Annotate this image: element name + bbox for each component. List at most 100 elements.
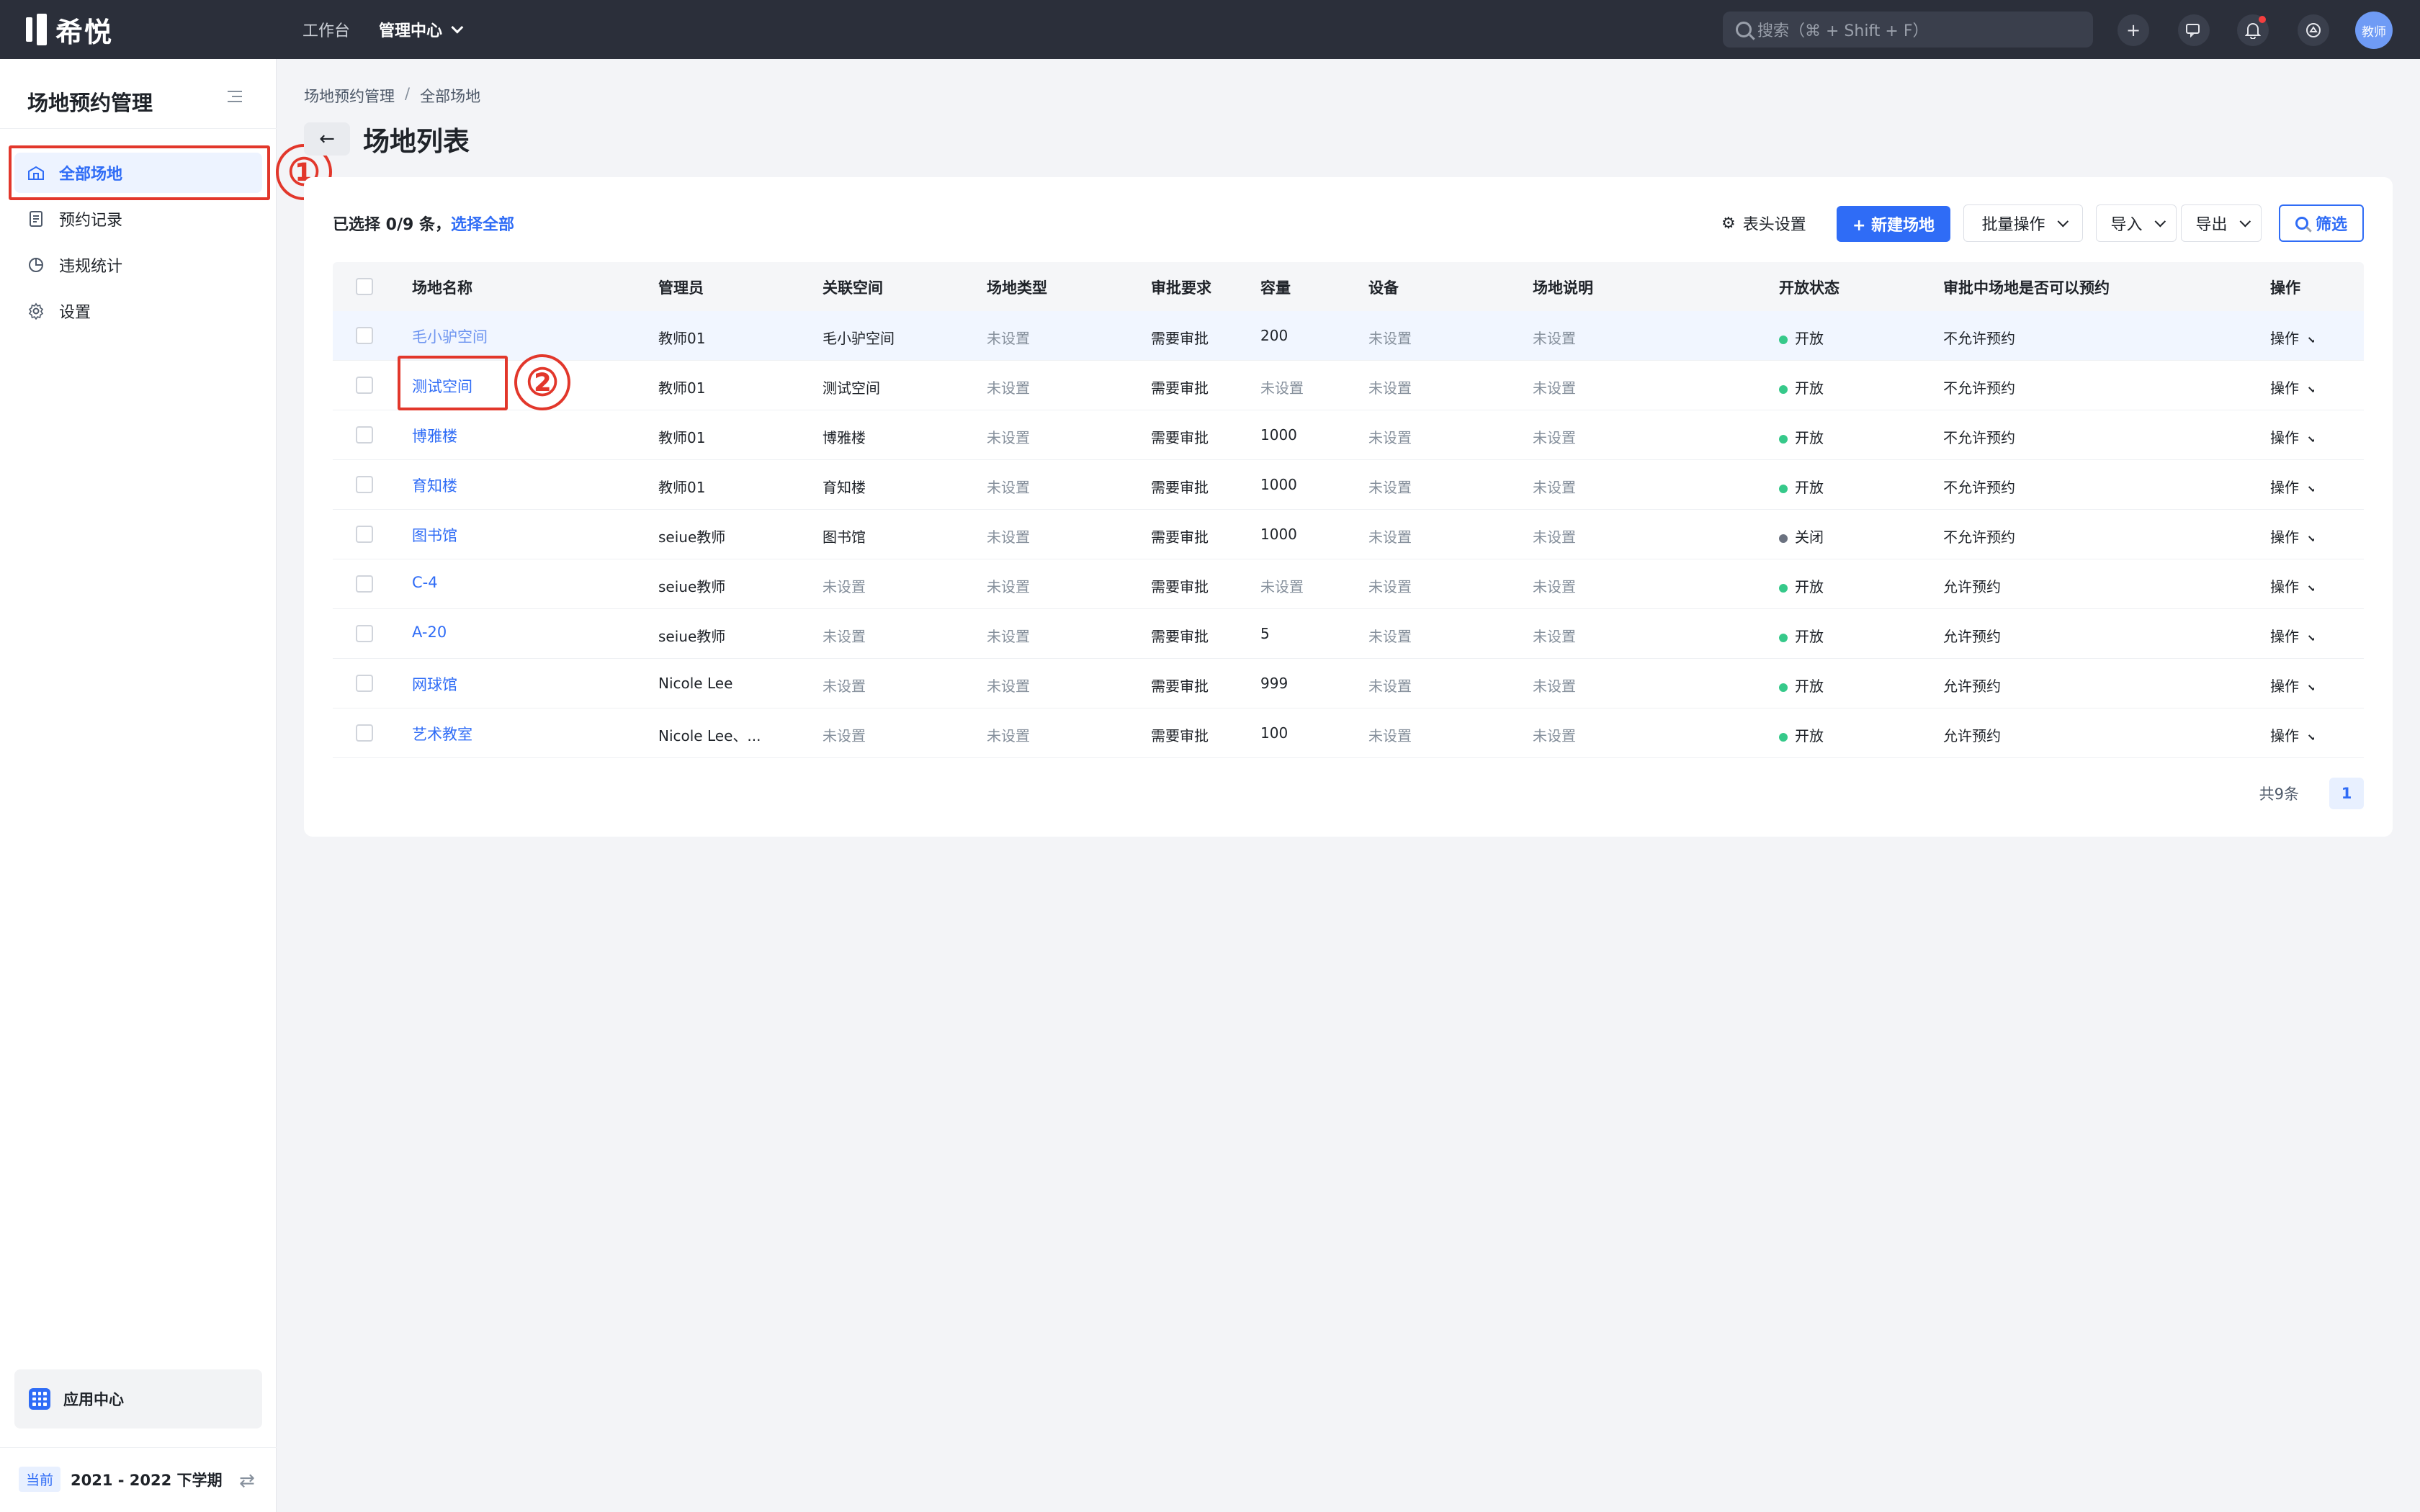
venue-name-link[interactable]: C-4 (412, 574, 438, 591)
sidebar-item-label: 违规统计 (59, 258, 123, 276)
current-term-tag: 当前 (19, 1467, 61, 1492)
nav-admin-center[interactable]: 管理中心 (379, 17, 464, 42)
filter-button[interactable]: 筛选 (2279, 204, 2364, 242)
back-button[interactable]: ← (304, 122, 350, 156)
column-settings-label: 表头设置 (1742, 216, 1806, 234)
table-cell-capacity: 未设置 (1260, 578, 1304, 595)
table-row[interactable]: C-4 seiue教师 未设置 未设置 需要审批 未设置 未设置 未设置 开放 允许预约 操作 (333, 559, 2364, 609)
table-cell-admin: Nicole Lee、... (658, 727, 761, 744)
row-checkbox[interactable] (356, 724, 373, 742)
help-icon[interactable] (2298, 14, 2329, 46)
sidebar-item-violation-stats[interactable]: 违规统计 (14, 245, 262, 285)
table-row[interactable]: 艺术教室 Nicole Lee、... 未设置 未设置 需要审批 100 未设置 未设置 开放 允… (333, 708, 2364, 758)
row-operation-dropdown[interactable]: 操作 (2270, 724, 2314, 745)
annotation-number-2: ② (514, 354, 570, 410)
venue-table: 场地名称 管理员 关联空间 场地类型 审批要求 容量 设备 场地说明 开放状态 … (333, 262, 2364, 758)
batch-operation-dropdown[interactable]: 批量操作 (1963, 204, 2083, 242)
row-operation-dropdown[interactable]: 操作 (2270, 426, 2314, 447)
table-row[interactable]: 网球馆 Nicole Lee 未设置 未设置 需要审批 999 未设置 未设置 开放 允许预约 操作 (333, 659, 2364, 708)
bell-icon[interactable] (2237, 14, 2269, 46)
status-label: 开放 (1795, 727, 1824, 744)
chevron-down-icon (2308, 333, 2314, 343)
app-center-button[interactable]: 应用中心 (14, 1369, 262, 1428)
select-all-checkbox[interactable] (356, 278, 373, 295)
table-cell-approval: 需要审批 (1151, 330, 1209, 347)
breadcrumb: 场地预约管理 / 全部场地 (304, 85, 480, 107)
row-operation-dropdown[interactable]: 操作 (2270, 377, 2314, 397)
row-checkbox[interactable] (356, 426, 373, 444)
top-bar: 希悦 工作台 管理中心 搜索（⌘ + Shift + F） + 教师 (0, 0, 2420, 59)
venue-name-link[interactable]: 艺术教室 (412, 723, 472, 744)
sidebar-item-settings[interactable]: 设置 (14, 291, 262, 331)
row-operation-dropdown[interactable]: 操作 (2270, 675, 2314, 696)
row-checkbox[interactable] (356, 476, 373, 493)
page-number-button[interactable]: 1 (2329, 778, 2364, 809)
row-checkbox[interactable] (356, 625, 373, 642)
gear-icon: ⚙ (1721, 214, 1736, 233)
row-operation-dropdown[interactable]: 操作 (2270, 327, 2314, 348)
sidebar-title: 场地预约管理 (27, 91, 153, 115)
table-cell-type: 未设置 (987, 479, 1030, 496)
message-icon[interactable] (2178, 14, 2210, 46)
switch-term-icon[interactable]: ⇄ (239, 1470, 255, 1492)
table-cell-space: 博雅楼 (823, 429, 866, 446)
sidebar-item-booking-records[interactable]: 预约记录 (14, 199, 262, 239)
venue-name-link[interactable]: 育知楼 (412, 474, 457, 496)
selection-count: 已选择 0/9 条， (333, 216, 451, 234)
row-operation-dropdown[interactable]: 操作 (2270, 625, 2314, 646)
table-cell-device: 未设置 (1368, 330, 1412, 347)
table-cell-desc: 未设置 (1533, 578, 1576, 595)
new-venue-button[interactable]: + 新建场地 (1837, 206, 1950, 242)
table-cell-type: 未设置 (987, 330, 1030, 347)
status-badge: 开放 (1779, 625, 1824, 646)
table-row[interactable]: 毛小驴空间 教师01 毛小驴空间 未设置 需要审批 200 未设置 未设置 开放 不允许预约 操作 (333, 311, 2364, 361)
table-cell-booking: 允许预约 (1943, 678, 2001, 695)
avatar[interactable]: 教师 (2355, 12, 2393, 49)
table-row[interactable]: 博雅楼 教师01 博雅楼 未设置 需要审批 1000 未设置 未设置 开放 不允许预约 操作 (333, 410, 2364, 460)
logo[interactable]: 希悦 (26, 13, 113, 48)
venue-name-link[interactable]: A-20 (412, 624, 447, 641)
app-grid-icon (29, 1388, 50, 1410)
column-header: 审批中场地是否可以预约 (1943, 279, 2110, 297)
venue-name-link[interactable]: 网球馆 (412, 673, 457, 695)
chevron-down-icon (2308, 731, 2314, 741)
row-checkbox[interactable] (356, 575, 373, 593)
import-dropdown[interactable]: 导入 (2096, 204, 2177, 242)
table-row[interactable]: 测试空间 教师01 测试空间 未设置 需要审批 未设置 未设置 未设置 开放 不允许预约 操作 (333, 361, 2364, 410)
import-label: 导入 (2110, 216, 2143, 234)
row-checkbox[interactable] (356, 327, 373, 344)
search-input[interactable]: 搜索（⌘ + Shift + F） (1723, 12, 2093, 48)
row-checkbox[interactable] (356, 675, 373, 692)
table-row[interactable]: 育知楼 教师01 育知楼 未设置 需要审批 1000 未设置 未设置 开放 不允许预约 操作 (333, 460, 2364, 510)
search-placeholder: 搜索（⌘ + Shift + F） (1757, 22, 1929, 40)
status-label: 开放 (1795, 578, 1824, 595)
table-cell-space: 未设置 (823, 678, 866, 695)
status-dot-icon (1779, 434, 1788, 444)
collapse-sidebar-icon[interactable] (228, 91, 242, 104)
table-cell-device: 未设置 (1368, 628, 1412, 645)
row-checkbox[interactable] (356, 377, 373, 394)
row-checkbox[interactable] (356, 526, 373, 543)
operation-label: 操作 (2270, 678, 2299, 695)
plus-icon[interactable]: + (2118, 14, 2149, 46)
column-settings-button[interactable]: ⚙ 表头设置 (1708, 204, 1819, 242)
venue-name-link[interactable]: 毛小驴空间 (412, 325, 488, 347)
status-badge: 关闭 (1779, 526, 1824, 546)
nav-workbench[interactable]: 工作台 (302, 17, 350, 42)
chevron-down-icon (2308, 482, 2314, 492)
select-all-link[interactable]: 选择全部 (451, 216, 514, 234)
table-cell-device: 未设置 (1368, 479, 1412, 496)
venue-name-link[interactable]: 博雅楼 (412, 425, 457, 446)
row-operation-dropdown[interactable]: 操作 (2270, 526, 2314, 546)
export-dropdown[interactable]: 导出 (2181, 204, 2262, 242)
term-selector[interactable]: 当前 2021 - 2022 下学期 (19, 1467, 223, 1492)
breadcrumb-item-venue-booking[interactable]: 场地预约管理 (304, 85, 395, 107)
table-cell-approval: 需要审批 (1151, 479, 1209, 496)
table-cell-capacity: 999 (1260, 675, 1289, 692)
table-cell-desc: 未设置 (1533, 330, 1576, 347)
table-row[interactable]: 图书馆 seiue教师 图书馆 未设置 需要审批 1000 未设置 未设置 关闭 不允许预约 操作 (333, 510, 2364, 559)
row-operation-dropdown[interactable]: 操作 (2270, 575, 2314, 596)
table-row[interactable]: A-20 seiue教师 未设置 未设置 需要审批 5 未设置 未设置 开放 允许预约 操作 (333, 609, 2364, 659)
venue-name-link[interactable]: 图书馆 (412, 524, 457, 546)
row-operation-dropdown[interactable]: 操作 (2270, 476, 2314, 497)
